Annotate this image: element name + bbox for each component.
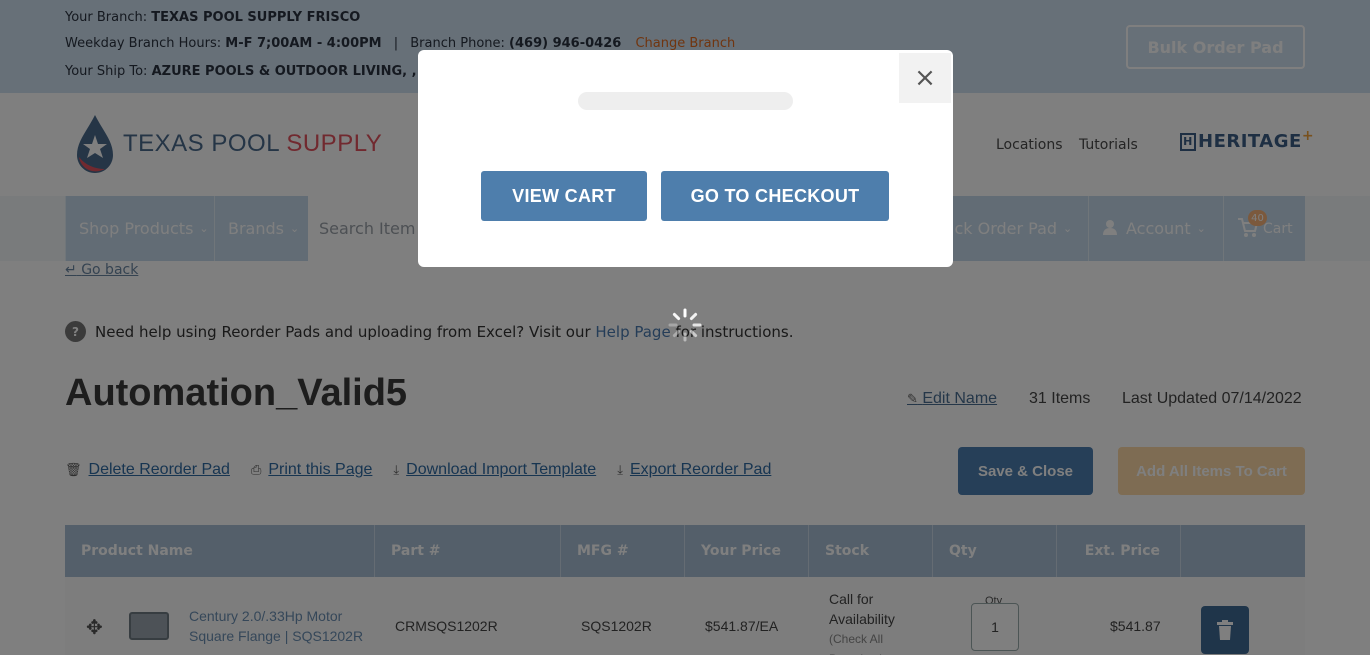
loading-placeholder: [578, 92, 793, 110]
loading-spinner-icon: [668, 308, 702, 342]
view-cart-button[interactable]: VIEW CART: [481, 171, 647, 221]
add-to-cart-modal: × VIEW CART GO TO CHECKOUT: [418, 50, 953, 267]
close-icon[interactable]: ×: [899, 53, 951, 103]
go-to-checkout-button[interactable]: GO TO CHECKOUT: [661, 171, 889, 221]
